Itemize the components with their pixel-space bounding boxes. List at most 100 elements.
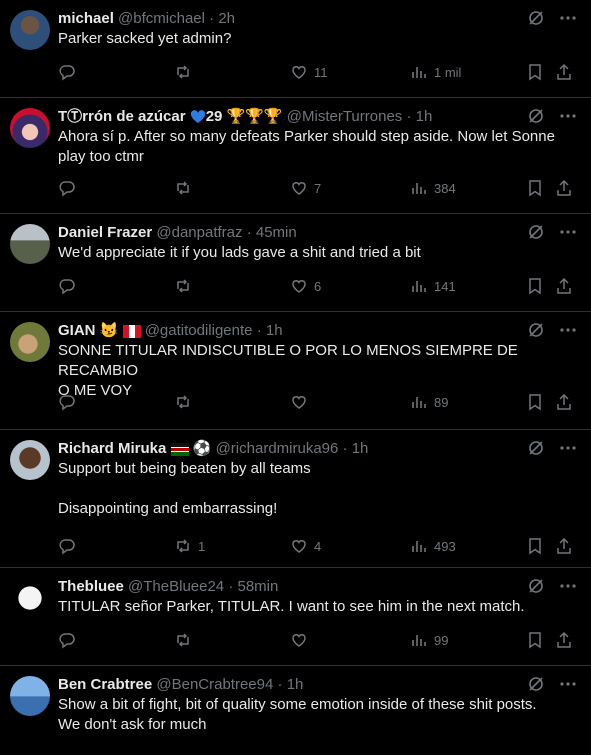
like-count: 4 <box>314 538 322 554</box>
tweet-thebluee24[interactable]: Thebluee @TheBluee24 · 58min TITULAR señ… <box>0 568 591 666</box>
bookmark-icon[interactable] <box>526 277 544 295</box>
display-name[interactable]: michael <box>58 10 114 27</box>
reply-button[interactable] <box>58 630 82 650</box>
timestamp[interactable]: 1h <box>266 322 283 339</box>
share-icon[interactable] <box>555 63 573 81</box>
action-bar: 6 141 <box>58 276 579 296</box>
tweet-line: Show a bit of fight, bit of quality some… <box>58 696 537 713</box>
avatar[interactable] <box>10 578 50 618</box>
timestamp[interactable]: 1h <box>287 676 304 693</box>
user-handle[interactable]: @BenCrabtree94 <box>156 676 273 693</box>
retweet-button[interactable] <box>174 178 198 198</box>
display-name[interactable]: Daniel Frazer <box>58 224 152 241</box>
more-icon[interactable] <box>559 675 577 693</box>
display-name[interactable]: Richard Miruka <box>58 440 166 457</box>
retweet-button[interactable]: 1 <box>174 536 205 556</box>
more-icon[interactable] <box>559 439 577 457</box>
user-handle[interactable]: @gatitodiligente <box>145 322 253 339</box>
soccer-ball-icon: ⚽ <box>192 440 212 457</box>
avatar[interactable] <box>10 322 50 362</box>
share-icon[interactable] <box>555 179 573 197</box>
heart-icon <box>292 634 306 647</box>
tweet-michael[interactable]: michael @bfcmichael · 2h Parker sacked y… <box>0 0 591 98</box>
like-button[interactable] <box>290 630 314 650</box>
share-icon[interactable] <box>555 631 573 649</box>
reply-button[interactable] <box>58 392 82 412</box>
timestamp[interactable]: 2h <box>218 10 235 27</box>
bookmark-icon[interactable] <box>526 63 544 81</box>
tweet-danpatfraz[interactable]: Daniel Frazer @danpatfraz · 45min We'd a… <box>0 214 591 312</box>
like-button[interactable]: 4 <box>290 536 321 556</box>
tweet-bencrabtree94[interactable]: Ben Crabtree @BenCrabtree94 · 1h Show a … <box>0 666 591 755</box>
timestamp[interactable]: 1h <box>352 440 369 457</box>
grok-icon[interactable] <box>527 9 545 27</box>
reply-button[interactable] <box>58 178 82 198</box>
like-button[interactable]: 11 <box>290 62 328 82</box>
bookmark-icon[interactable] <box>526 631 544 649</box>
reply-button[interactable] <box>58 276 82 296</box>
avatar[interactable] <box>10 108 50 148</box>
tweet-line: We don't ask for much <box>58 716 207 733</box>
reply-icon <box>59 279 75 295</box>
views-button[interactable]: 384 <box>410 178 456 198</box>
reply-button[interactable] <box>58 536 82 556</box>
user-handle[interactable]: @MisterTurrones <box>287 108 403 125</box>
more-icon[interactable] <box>559 223 577 241</box>
timestamp[interactable]: 1h <box>416 108 433 125</box>
grok-icon[interactable] <box>527 321 545 339</box>
retweet-button[interactable] <box>174 276 198 296</box>
timestamp[interactable]: 58min <box>238 578 279 595</box>
like-button[interactable]: 7 <box>290 178 321 198</box>
like-button[interactable]: 6 <box>290 276 321 296</box>
avatar[interactable] <box>10 224 50 264</box>
grok-icon[interactable] <box>527 675 545 693</box>
more-icon[interactable] <box>559 9 577 27</box>
like-button[interactable] <box>290 392 314 412</box>
share-icon[interactable] <box>555 277 573 295</box>
bookmark-icon[interactable] <box>526 393 544 411</box>
reply-button[interactable] <box>58 62 82 82</box>
like-count: 6 <box>314 278 322 294</box>
display-name[interactable]: Ben Crabtree <box>58 676 152 693</box>
grok-icon[interactable] <box>527 439 545 457</box>
retweet-button[interactable] <box>174 392 198 412</box>
user-handle[interactable]: @richardmiruka96 <box>216 440 339 457</box>
views-button[interactable]: 1 mil <box>410 62 461 82</box>
retweet-button[interactable] <box>174 630 198 650</box>
tweet-misterturrones[interactable]: TⓉrrón de azúcar 29 🏆🏆🏆 @MisterTurrones … <box>0 98 591 214</box>
user-handle[interactable]: @bfcmichael <box>118 10 205 27</box>
grok-icon[interactable] <box>527 107 545 125</box>
views-button[interactable]: 99 <box>410 630 448 650</box>
views-button[interactable]: 89 <box>410 392 448 412</box>
views-button[interactable]: 493 <box>410 536 456 556</box>
more-icon[interactable] <box>559 577 577 595</box>
tweet-richardmiruka96[interactable]: Richard Miruka ⚽ @richardmiruka96 · 1h S… <box>0 430 591 568</box>
display-name[interactable]: GIAN <box>58 322 96 339</box>
avatar[interactable] <box>10 10 50 50</box>
views-icon <box>412 635 426 646</box>
bookmark-icon[interactable] <box>526 537 544 555</box>
heart-icon <box>292 66 306 79</box>
grok-icon[interactable] <box>527 223 545 241</box>
user-handle[interactable]: @danpatfraz <box>156 224 242 241</box>
bookmark-icon[interactable] <box>526 179 544 197</box>
timestamp[interactable]: 45min <box>256 224 297 241</box>
more-icon[interactable] <box>559 321 577 339</box>
user-handle[interactable]: @TheBluee24 <box>128 578 224 595</box>
avatar[interactable] <box>10 676 50 716</box>
tweet-gatitodiligente[interactable]: GIAN 😼 @gatitodiligente · 1h SONNE TITUL… <box>0 312 591 430</box>
action-bar: 99 <box>58 630 579 650</box>
tweet-text: Support but being beaten by all teams Di… <box>58 459 579 519</box>
display-name[interactable]: TⓉrrón de azúcar <box>58 108 186 125</box>
avatar[interactable] <box>10 440 50 480</box>
retweet-button[interactable] <box>174 62 198 82</box>
action-bar: 89 <box>58 392 579 412</box>
display-name[interactable]: Thebluee <box>58 578 124 595</box>
views-button[interactable]: 141 <box>410 276 456 296</box>
cat-emoji-icon: 😼 <box>99 322 119 339</box>
more-icon[interactable] <box>559 107 577 125</box>
share-icon[interactable] <box>555 537 573 555</box>
tweet-line: Disappointing and embarrassing! <box>58 500 278 517</box>
grok-icon[interactable] <box>527 577 545 595</box>
share-icon[interactable] <box>555 393 573 411</box>
